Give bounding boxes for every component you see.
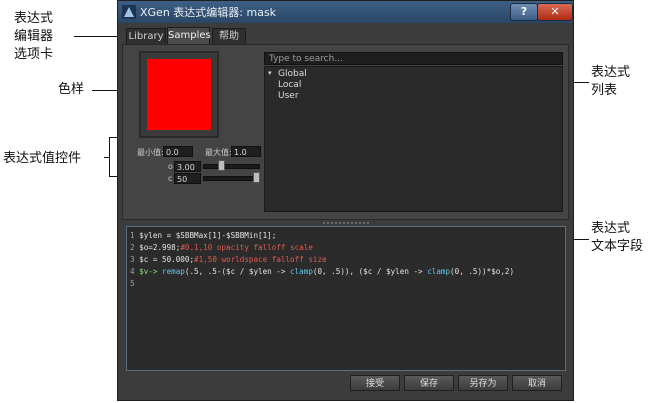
callout-list-line2: 列表 [591,83,618,98]
splitter-handle[interactable] [323,222,371,224]
c-label: c [168,174,173,183]
window-title: XGen 表达式编辑器: mask [140,6,277,19]
code-line[interactable]: 1 $ylen = $SBBMax[1]-$SBBMin[1]; [130,231,276,240]
callout-list: 表达式 列表 [591,64,630,100]
code-line[interactable]: 3 $c = 50.000;#1,50 worldspace falloff s… [130,255,327,264]
callout-bracket-stem [104,157,110,158]
callout-tabs-line3: 选项卡 [14,47,54,62]
list-item-user[interactable]: User [278,91,299,101]
o-field[interactable]: 3.00 [174,161,201,172]
callout-tabs-line1: 表达式 [14,11,54,26]
code-token: (0, .5))*$o,2) [450,267,515,276]
expression-text-field[interactable]: 1 $ylen = $SBBMax[1]-$SBBMin[1]; 2 $o=2.9… [126,226,566,371]
expression-list[interactable]: ▾ Global Local User [264,66,563,212]
code-token: #0.1,10 opacity falloff scale [180,243,313,252]
line-number: 1 [130,231,140,240]
code-token: $c = 50.000; [139,255,195,264]
code-token: #1,50 worldspace falloff size [194,255,327,264]
tab-help[interactable]: 帮助 [212,28,246,44]
o-slider[interactable] [203,164,260,169]
code-line[interactable]: 4 $v-> remap(.5, .5-($c / $ylen -> clamp… [130,267,514,276]
line-number: 2 [130,243,140,252]
c-field[interactable]: 50 [174,173,201,184]
app-icon [122,5,136,19]
close-button[interactable]: ✕ [537,3,573,21]
max-label: 最大值: [205,148,232,157]
line-number: 5 [130,279,140,288]
samples-panel: 最小值: 0.0 最大值: 1.0 o 3.00 c 50 Type to se… [122,44,569,220]
line-number: 4 [130,267,140,276]
code-line[interactable]: 5 [130,279,139,288]
c-slider-handle[interactable] [253,172,260,183]
callout-list-line1: 表达式 [591,65,631,80]
min-label: 最小值: [137,148,164,157]
code-token: (.5, .5-($c / $ylen -> [184,267,291,276]
expression-editor-window: XGen 表达式编辑器: mask ? ✕ Library Samples 帮助… [117,0,574,401]
callout-text-field: 表达式 文本字段 [591,220,643,256]
code-line[interactable]: 2 $o=2.998;#0.1,10 opacity falloff scale [130,243,313,252]
code-token: (0, .5)), ($c / $ylen -> [312,267,428,276]
code-token: clamp [290,267,313,276]
code-token: $ylen = $SBBMax[1]-$SBBMin[1]; [139,231,277,240]
tab-library[interactable]: Library [126,28,166,44]
color-swatch-frame [139,51,219,138]
search-input[interactable]: Type to search... [264,52,563,65]
code-token: $o=2.998; [139,243,181,252]
cancel-button[interactable]: 取消 [512,375,562,391]
tab-samples[interactable]: Samples [167,27,211,45]
help-button[interactable]: ? [510,3,538,21]
callout-value-controls: 表达式值控件 [3,151,82,166]
callout-tabs: 表达式 编辑器 选项卡 [14,10,53,64]
code-token: remap [162,267,185,276]
list-item-global[interactable]: Global [278,69,307,79]
callout-tabs-line2: 编辑器 [14,29,54,44]
callout-text-field-line2: 文本字段 [591,239,644,254]
c-slider[interactable] [203,176,260,181]
o-slider-handle[interactable] [218,160,225,171]
save-button[interactable]: 保存 [404,375,454,391]
max-field[interactable]: 1.0 [231,146,261,157]
callout-swatch: 色样 [58,82,85,97]
title-bar[interactable]: XGen 表达式编辑器: mask ? ✕ [118,1,573,23]
list-item-global-arrow[interactable]: ▾ [268,69,272,77]
list-item-local[interactable]: Local [278,80,301,90]
code-token: clamp [427,267,451,276]
save-as-button[interactable]: 另存为 [458,375,508,391]
line-number: 3 [130,255,140,264]
color-swatch[interactable] [147,59,211,130]
min-field[interactable]: 0.0 [163,146,193,157]
code-token: $v-> [139,267,163,276]
o-label: o [168,162,173,171]
accept-button[interactable]: 接受 [350,375,400,391]
callout-text-field-line1: 表达式 [591,221,631,236]
